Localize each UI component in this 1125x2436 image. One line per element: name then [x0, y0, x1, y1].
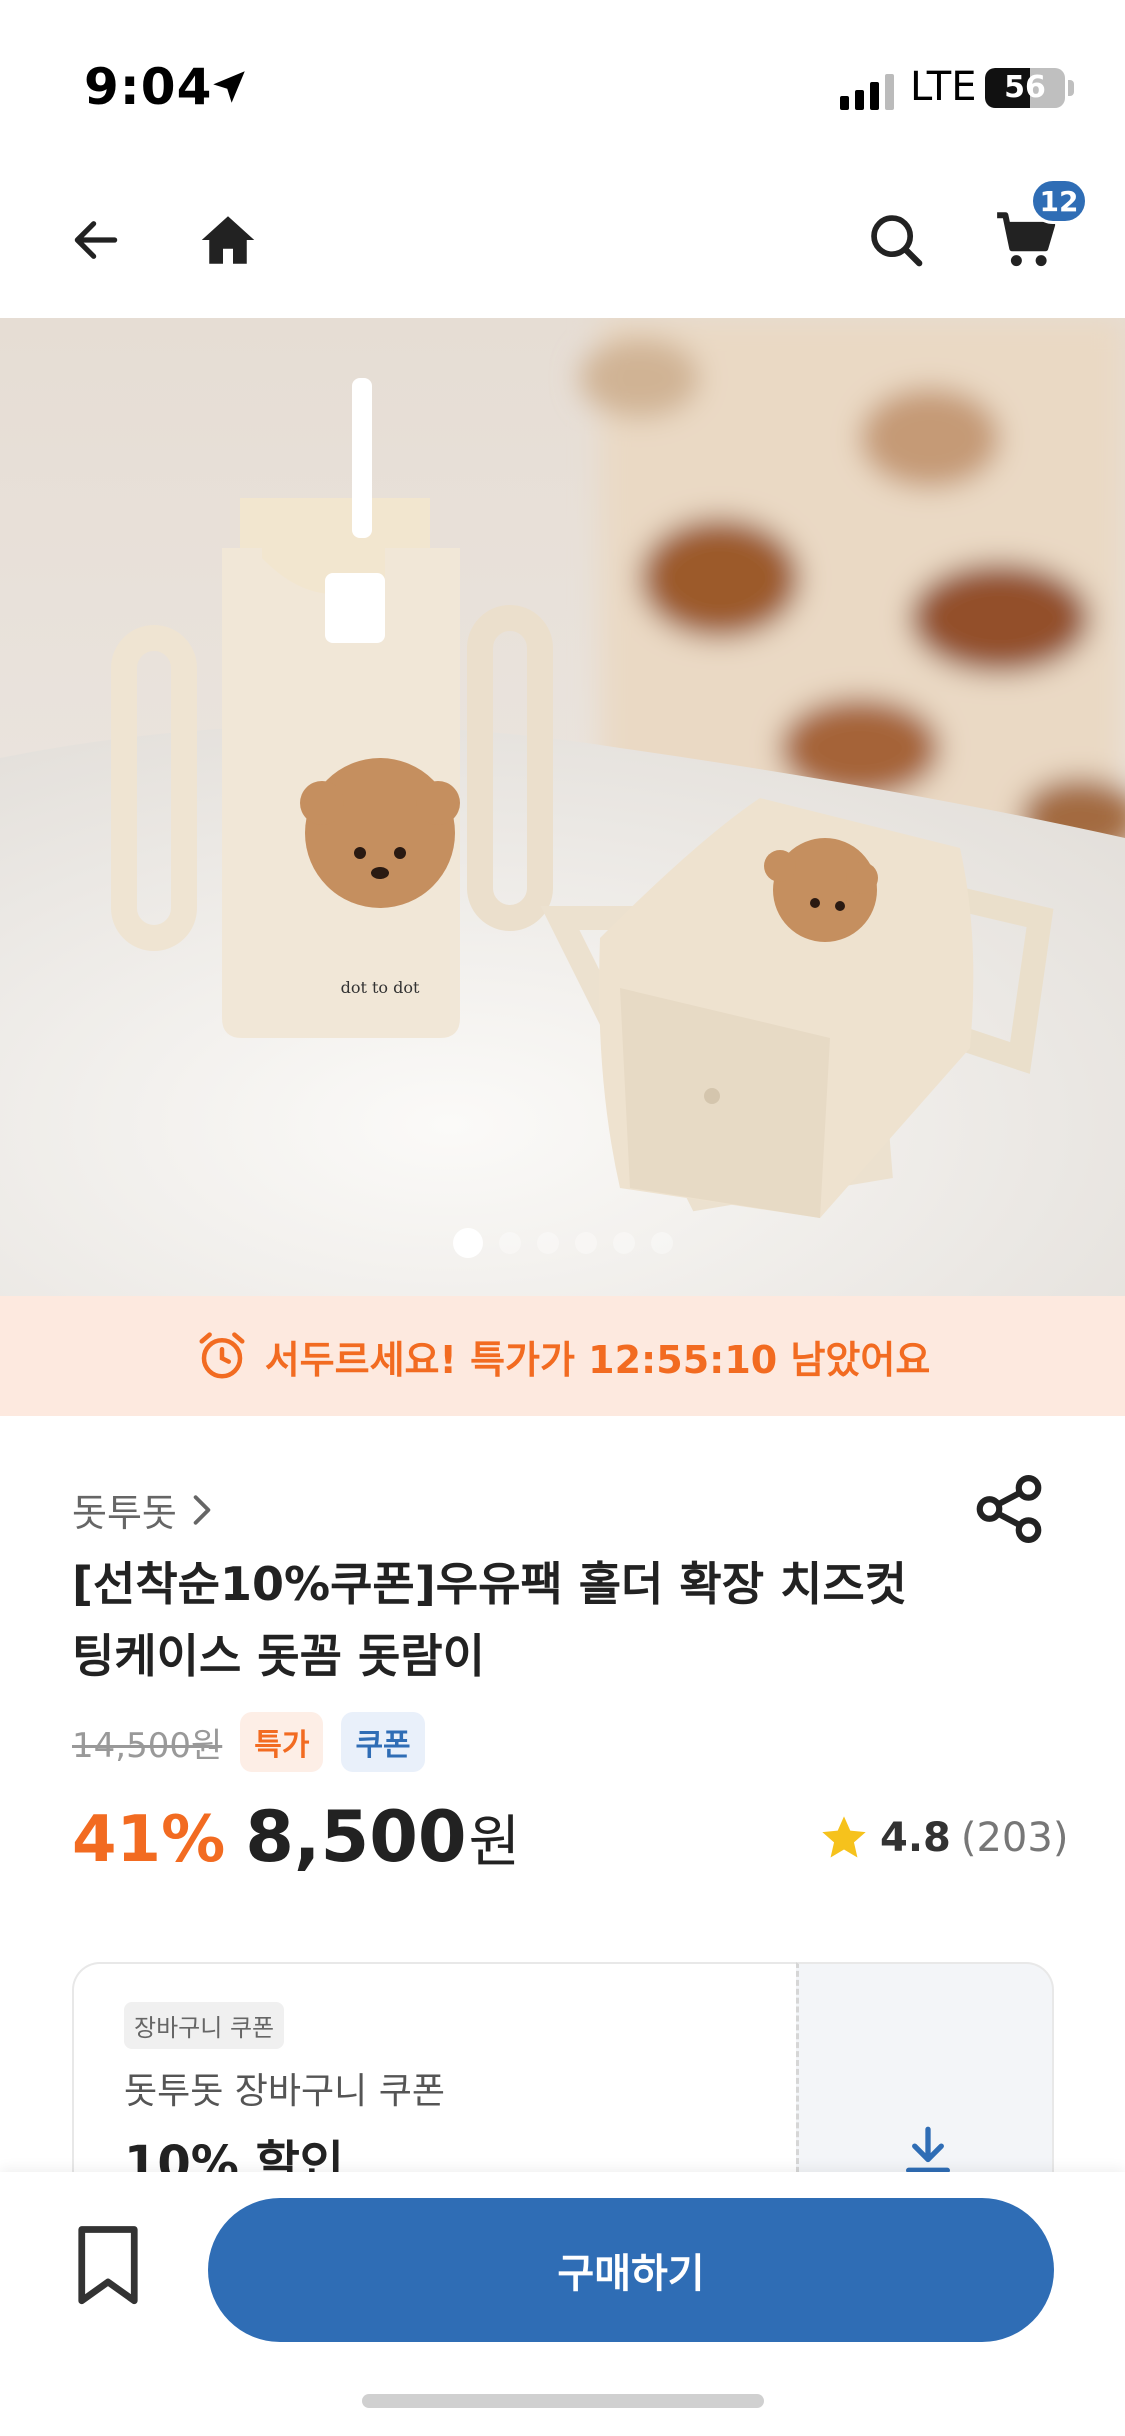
gallery-dot[interactable]	[498, 1232, 521, 1254]
timer-text: 서두르세요! 특가가 12:55:10 남았어요	[264, 1337, 931, 1382]
network-label: LTE	[910, 64, 977, 110]
rating[interactable]: 4.8 (203)	[818, 1812, 1068, 1864]
location-arrow-icon	[213, 71, 245, 103]
top-nav: 12	[0, 160, 1125, 318]
chevron-right-icon	[193, 1494, 211, 1525]
special-tag: 특가	[240, 1712, 324, 1772]
rating-value: 4.8	[880, 1815, 951, 1861]
sale-price: 8,500	[245, 1796, 467, 1878]
coupon-tag: 쿠폰	[341, 1712, 425, 1772]
buy-button[interactable]: 구매하기	[208, 2198, 1054, 2342]
search-button[interactable]	[856, 200, 936, 280]
product-print-text: dot to dot	[341, 978, 420, 997]
battery-level: 56	[1004, 70, 1046, 105]
home-icon	[201, 216, 255, 264]
share-button[interactable]	[970, 1470, 1048, 1548]
status-time: 9:04	[84, 58, 213, 116]
original-price-row: 14,500원 특가 쿠폰	[72, 1712, 425, 1772]
search-icon	[871, 215, 923, 267]
alarm-clock-icon	[199, 1332, 245, 1379]
status-bar: 9:04 LTE 56	[0, 0, 1125, 160]
brand-name: 돗투돗	[72, 1491, 177, 1535]
back-button[interactable]	[56, 200, 136, 280]
signal-icon	[840, 70, 894, 110]
battery-icon: 56	[985, 68, 1065, 108]
bookmark-button[interactable]	[68, 2222, 148, 2312]
product-image[interactable]: dot to dot	[0, 318, 1125, 1296]
gallery-dot[interactable]	[650, 1232, 673, 1254]
gallery-dot[interactable]	[574, 1232, 597, 1254]
brand-link[interactable]: 돗투돗	[72, 1482, 215, 1537]
sale-price-row: 41% 8,500 원	[72, 1796, 520, 1878]
gallery-dot[interactable]	[612, 1232, 635, 1254]
gallery-pagination	[0, 1228, 1125, 1258]
product-title: [선착순10%쿠폰]우유팩 홀더 확장 치즈컷 팅케이스 돗꼼 돗람이	[72, 1557, 907, 1683]
star-icon	[822, 1816, 866, 1858]
timer-banner: 서두르세요! 특가가 12:55:10 남았어요	[0, 1296, 1125, 1416]
coupon-name: 돗투돗 장바구니 쿠폰	[124, 2071, 445, 2112]
discount-rate: 41%	[72, 1803, 226, 1877]
gallery-dot[interactable]	[452, 1228, 483, 1258]
currency-unit: 원	[468, 1810, 521, 1875]
review-count: (203)	[960, 1815, 1069, 1861]
back-arrow-icon	[74, 221, 118, 259]
home-indicator	[362, 2394, 764, 2408]
coupon-chip: 장바구니 쿠폰	[124, 2002, 285, 2049]
cart-count-badge: 12	[1030, 178, 1088, 224]
bottom-action-bar: 구매하기	[0, 2172, 1125, 2436]
home-button[interactable]	[188, 200, 268, 280]
bookmark-icon	[78, 2226, 138, 2305]
gallery-dot[interactable]	[536, 1232, 559, 1254]
original-price: 14,500원	[72, 1725, 223, 1766]
share-icon	[976, 1475, 1042, 1543]
